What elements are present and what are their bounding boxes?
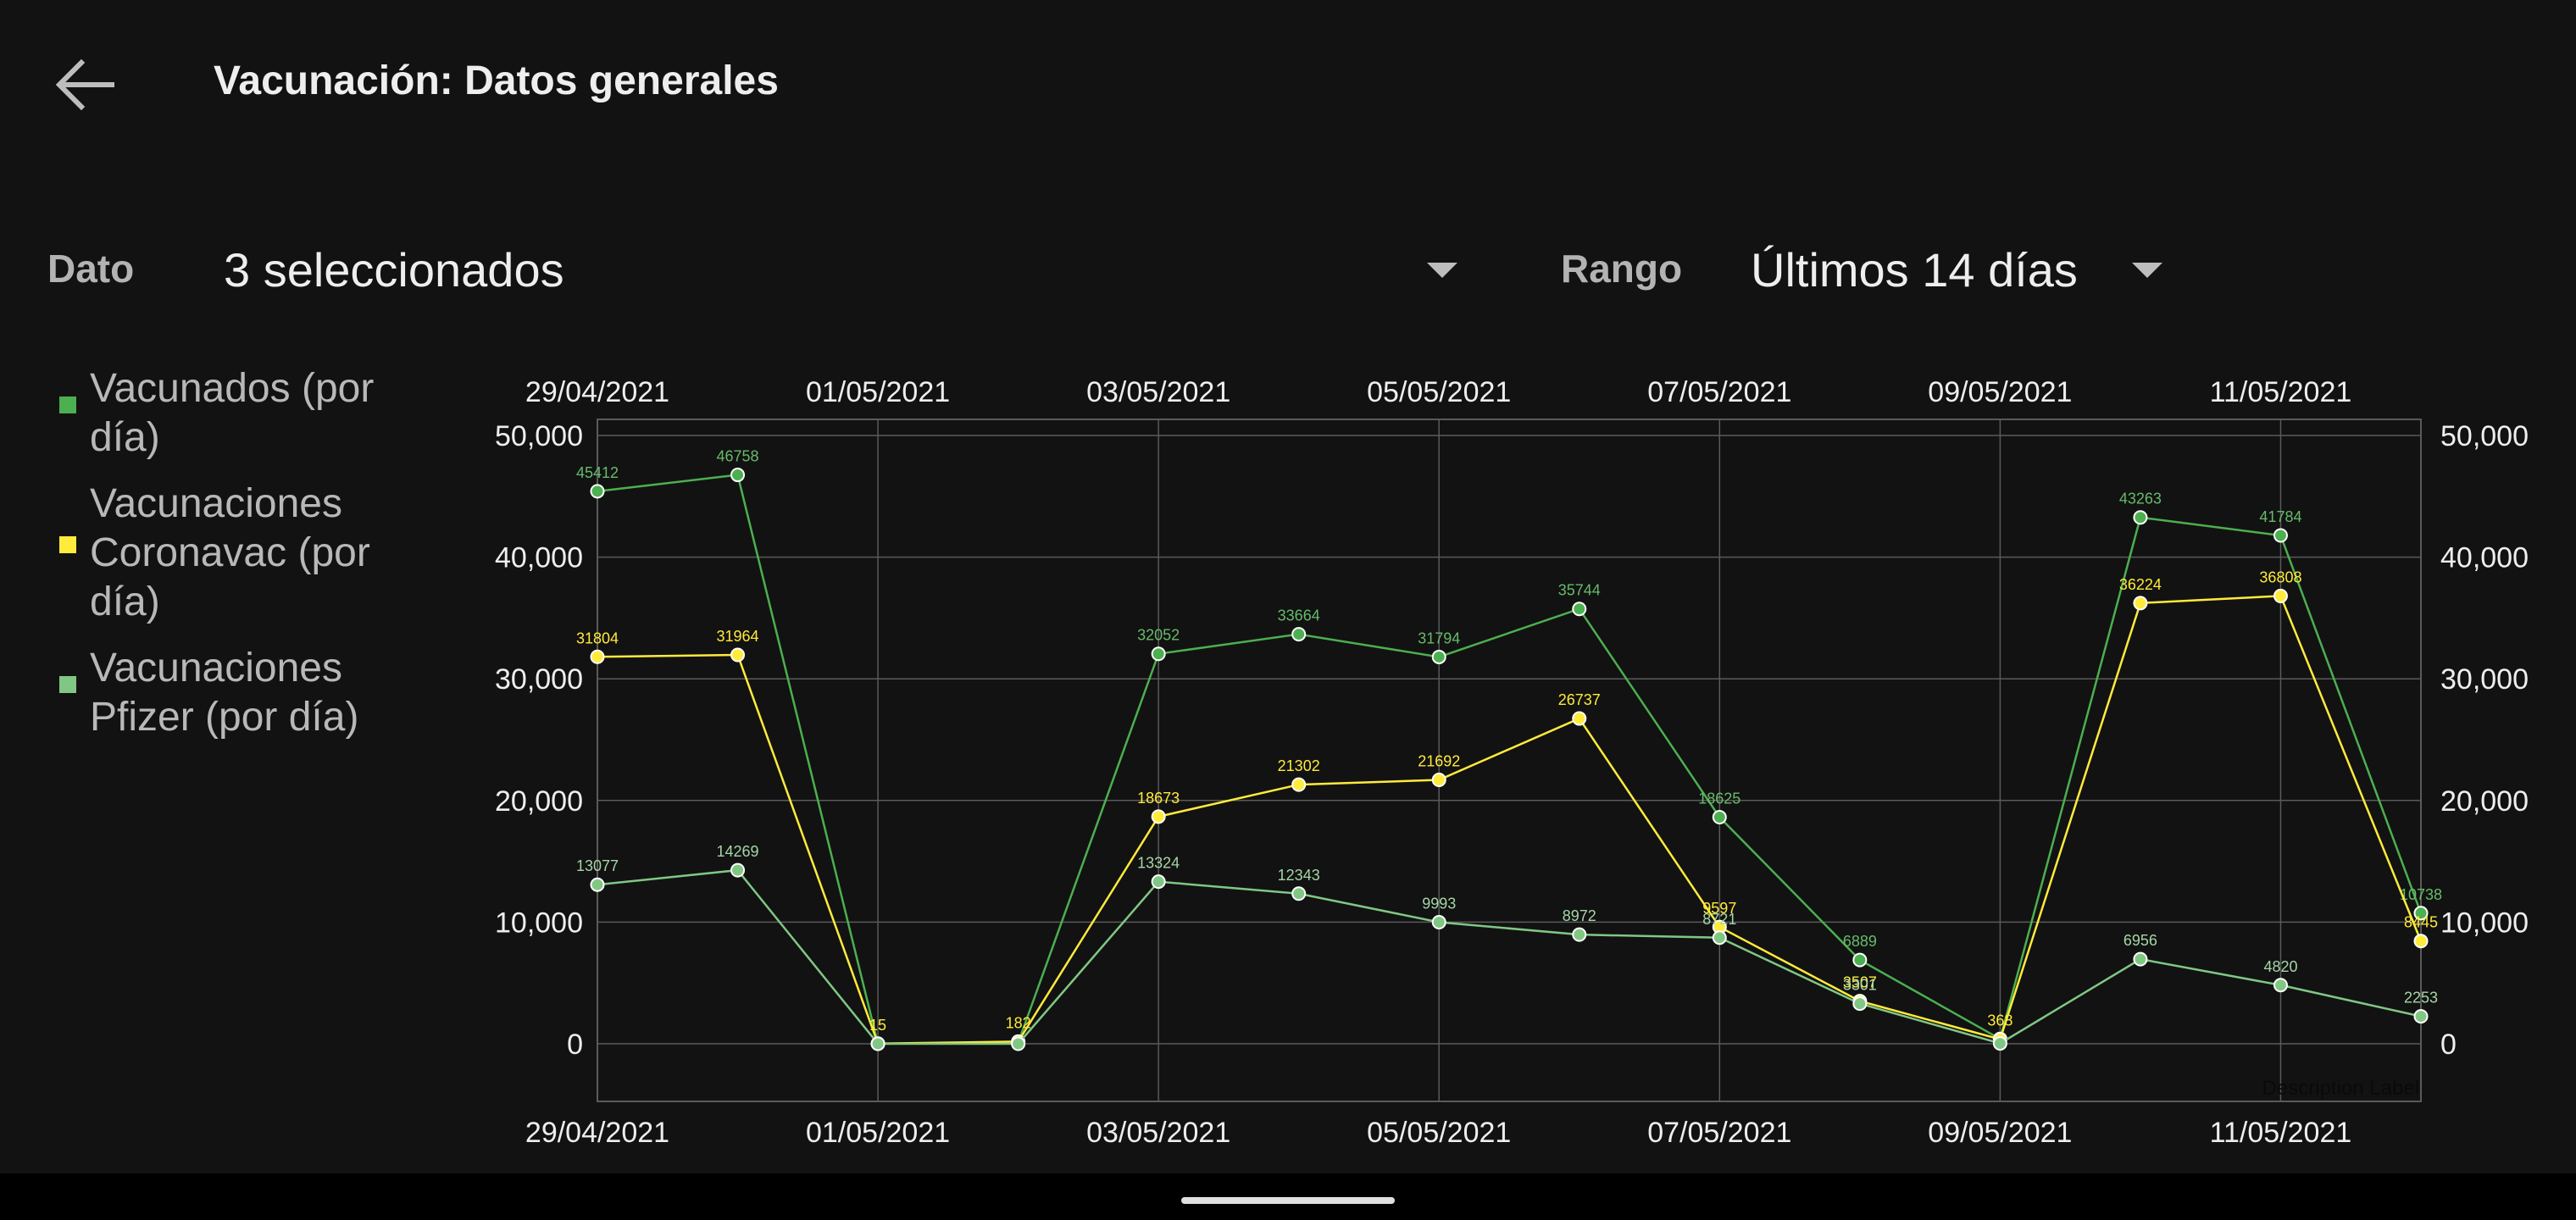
y-tick-label-left: 20,000 bbox=[495, 785, 583, 818]
data-label: 368 bbox=[1987, 1012, 2012, 1029]
x-tick-label-bottom: 01/05/2021 bbox=[806, 1117, 950, 1149]
data-point bbox=[1291, 627, 1307, 642]
x-tick-label-top: 05/05/2021 bbox=[1367, 376, 1511, 408]
x-tick-label-bottom: 07/05/2021 bbox=[1647, 1117, 1791, 1149]
data-label: 9993 bbox=[1422, 896, 1456, 912]
series-line bbox=[597, 595, 2423, 1045]
y-tick-label-left: 30,000 bbox=[495, 663, 583, 696]
data-point bbox=[1431, 773, 1446, 788]
data-point bbox=[1712, 930, 1727, 946]
data-point bbox=[2273, 528, 2288, 543]
data-point bbox=[2413, 934, 2429, 949]
data-label: 18673 bbox=[1137, 790, 1180, 807]
data-point bbox=[1151, 809, 1166, 824]
data-label: 182 bbox=[1006, 1014, 1031, 1031]
data-point bbox=[870, 1036, 886, 1051]
data-label: 36808 bbox=[2259, 568, 2301, 585]
data-label: 31964 bbox=[717, 628, 759, 645]
y-tick-label-left: 50,000 bbox=[495, 420, 583, 452]
data-label: 32052 bbox=[1137, 627, 1180, 644]
y-tick-label-right: 10,000 bbox=[2440, 907, 2529, 939]
x-tick-label-top: 07/05/2021 bbox=[1647, 376, 1791, 408]
data-point bbox=[2273, 588, 2288, 603]
data-label: 2253 bbox=[2404, 990, 2438, 1006]
data-label: 43263 bbox=[2119, 491, 2162, 507]
line-chart: 29/04/2021 29/04/2021 01/05/2021 01/05/2021… bbox=[495, 376, 2529, 1149]
data-label: 8721 bbox=[1702, 911, 1736, 928]
data-point bbox=[730, 468, 746, 483]
y-tick-label-right: 40,000 bbox=[2440, 542, 2529, 574]
data-point bbox=[2133, 596, 2148, 611]
y-tick-label-left: 40,000 bbox=[495, 542, 583, 574]
data-label: 4820 bbox=[2263, 958, 2297, 975]
x-tick-label-top: 09/05/2021 bbox=[1928, 376, 2072, 408]
data-label: 45412 bbox=[576, 464, 619, 481]
data-label: 14269 bbox=[717, 843, 759, 860]
data-label: 6889 bbox=[1843, 933, 1877, 950]
x-tick-label-bottom: 09/05/2021 bbox=[1928, 1117, 2072, 1149]
system-nav-bar bbox=[0, 1173, 2576, 1220]
data-point bbox=[1011, 1036, 1026, 1051]
data-label: 13077 bbox=[576, 857, 619, 874]
x-tick-label-bottom: 29/04/2021 bbox=[525, 1117, 669, 1149]
data-label: 33664 bbox=[1278, 607, 1320, 624]
data-label: 21302 bbox=[1278, 757, 1320, 774]
data-point bbox=[2133, 510, 2148, 525]
data-label: 36224 bbox=[2119, 576, 2162, 593]
data-label: 8972 bbox=[1563, 907, 1596, 924]
data-label: 15 bbox=[869, 1017, 886, 1034]
data-point bbox=[1291, 886, 1307, 901]
data-point bbox=[1431, 915, 1446, 930]
home-indicator[interactable] bbox=[1181, 1197, 1395, 1204]
data-point bbox=[1712, 810, 1727, 825]
x-tick-label-top: 01/05/2021 bbox=[806, 376, 950, 408]
data-point bbox=[590, 877, 605, 892]
data-point bbox=[590, 649, 605, 664]
data-label: 8445 bbox=[2404, 914, 2438, 931]
data-point bbox=[1572, 927, 1587, 942]
data-point bbox=[1992, 1036, 2007, 1051]
data-label: 31804 bbox=[576, 629, 619, 646]
data-label: 12343 bbox=[1278, 867, 1320, 884]
data-point bbox=[730, 647, 746, 663]
data-point bbox=[1151, 646, 1166, 662]
data-point bbox=[1852, 952, 1868, 968]
data-label: 21692 bbox=[1418, 753, 1460, 770]
x-tick-label-top: 11/05/2021 bbox=[2210, 376, 2352, 408]
data-point bbox=[1431, 649, 1446, 664]
data-point bbox=[1572, 602, 1587, 617]
y-tick-label-right: 30,000 bbox=[2440, 663, 2529, 696]
y-tick-label-right: 0 bbox=[2440, 1029, 2457, 1061]
plot-frame bbox=[597, 419, 2422, 1102]
data-point bbox=[1852, 996, 1868, 1012]
x-tick-label-bottom: 11/05/2021 bbox=[2210, 1117, 2352, 1149]
x-tick-label-bottom: 03/05/2021 bbox=[1086, 1117, 1230, 1149]
data-label: 10738 bbox=[2400, 886, 2442, 903]
data-label: 3301 bbox=[1843, 977, 1877, 994]
data-point bbox=[1572, 711, 1587, 726]
data-point bbox=[2413, 1009, 2429, 1024]
data-point bbox=[2273, 978, 2288, 993]
data-point bbox=[1151, 874, 1166, 890]
data-label: 41784 bbox=[2259, 508, 2301, 525]
y-tick-label-left: 0 bbox=[567, 1029, 583, 1061]
x-tick-label-bottom: 05/05/2021 bbox=[1367, 1117, 1511, 1149]
data-point bbox=[590, 484, 605, 499]
data-point bbox=[1291, 777, 1307, 792]
y-tick-label-left: 10,000 bbox=[495, 907, 583, 939]
y-tick-label-right: 50,000 bbox=[2440, 420, 2529, 452]
data-label: 35744 bbox=[1558, 582, 1601, 599]
y-tick-label-right: 20,000 bbox=[2440, 785, 2529, 818]
data-label: 26737 bbox=[1558, 691, 1601, 708]
data-label: 6956 bbox=[2124, 932, 2157, 949]
description-label: Description Label bbox=[2262, 1077, 2419, 1100]
data-point bbox=[730, 862, 746, 878]
data-label: 46758 bbox=[717, 448, 759, 465]
data-label: 13324 bbox=[1137, 855, 1180, 872]
x-tick-label-top: 03/05/2021 bbox=[1086, 376, 1230, 408]
data-label: 31794 bbox=[1418, 629, 1460, 646]
data-point bbox=[2133, 951, 2148, 967]
data-label: 18625 bbox=[1698, 790, 1740, 807]
x-tick-label-top: 29/04/2021 bbox=[525, 376, 669, 408]
